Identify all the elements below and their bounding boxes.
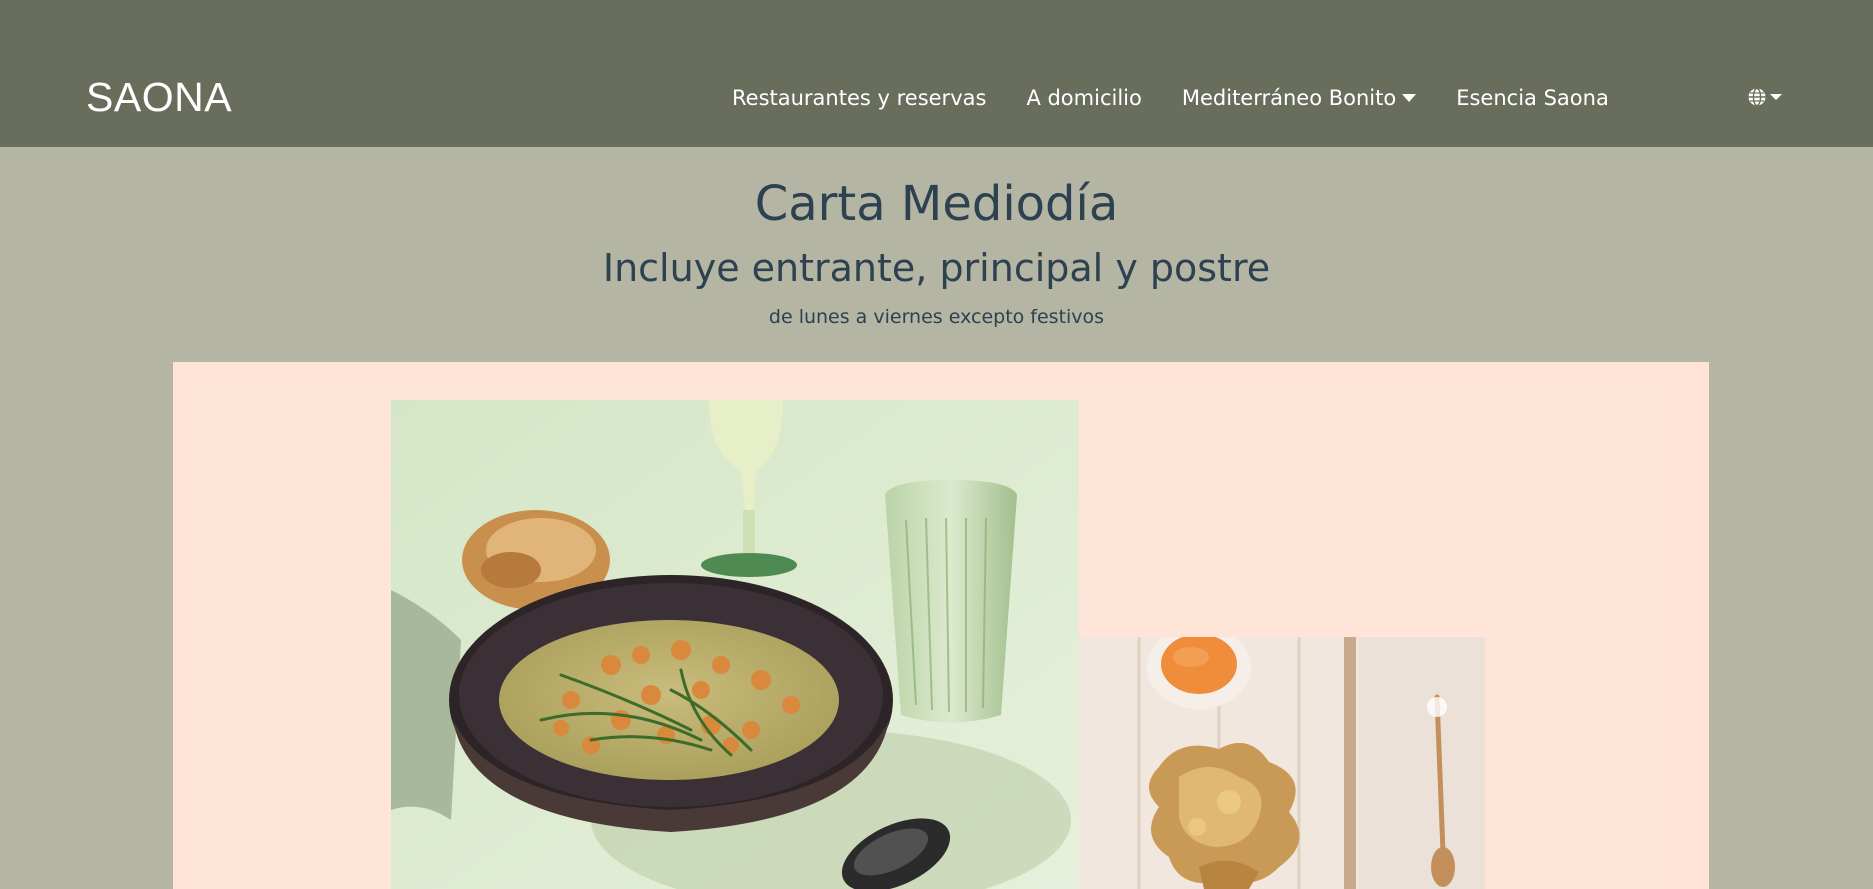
nav-mediterraneo-bonito-label: Mediterráneo Bonito [1181,86,1397,110]
caret-down-icon [1770,94,1782,100]
top-navbar: SAONA Restaurantes y reservas A domicili… [0,0,1873,147]
page-title: Carta Mediodía [754,176,1119,232]
caret-down-icon [1402,94,1417,102]
nav-mediterraneo-bonito-dropdown[interactable]: Mediterráneo Bonito [1181,83,1417,113]
brand-logo[interactable]: SAONA [86,72,232,122]
nav-restaurantes-reservas[interactable]: Restaurantes y reservas [732,83,986,113]
main-nav: Restaurantes y reservas A domicilio Medi… [732,83,1649,113]
availability-note: de lunes a viernes excepto festivos [768,306,1105,328]
nav-a-domicilio[interactable]: A domicilio [1026,83,1141,113]
fried-food-photo [1079,637,1485,889]
nav-esencia-saona[interactable]: Esencia Saona [1456,83,1609,113]
page-subtitle: Incluye entrante, principal y postre [602,246,1271,290]
soup-photo [391,400,1079,889]
globe-icon [1748,87,1766,107]
language-selector[interactable] [1747,87,1782,107]
